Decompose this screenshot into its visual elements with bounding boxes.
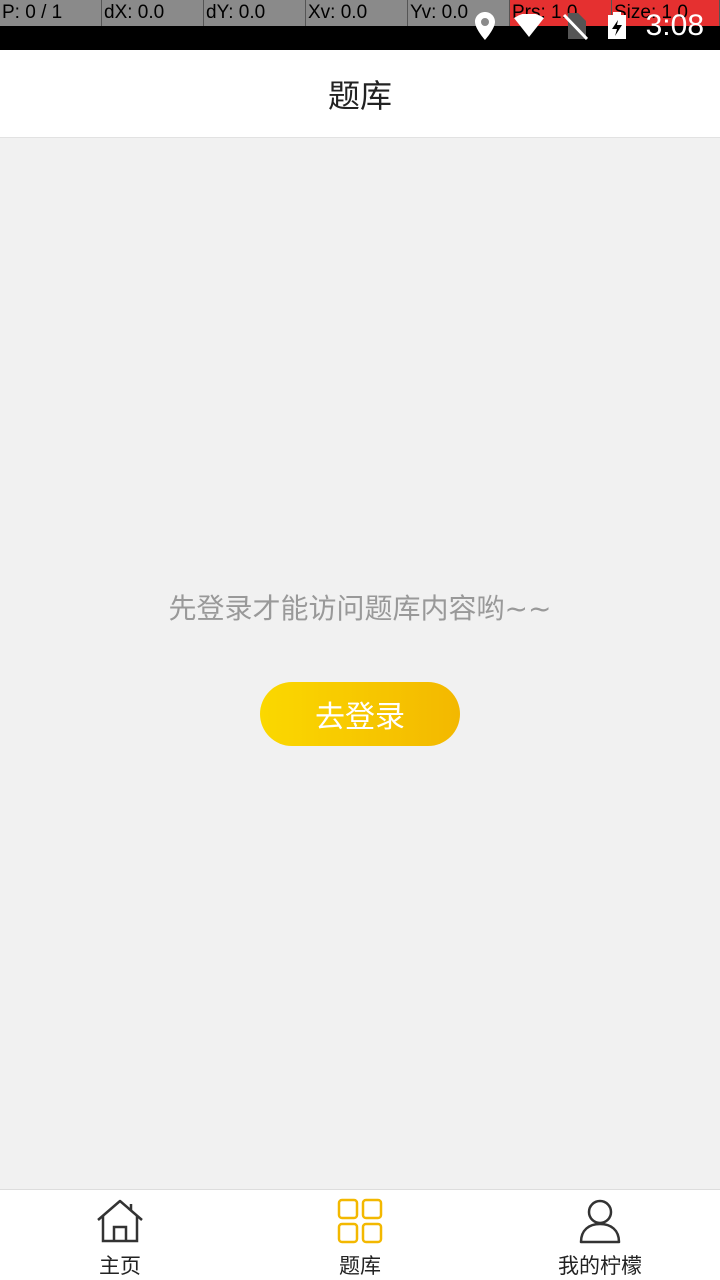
tab-question-bank-label: 题库 bbox=[339, 1254, 381, 1278]
battery-charging-icon bbox=[607, 12, 626, 39]
debug-xv: Xv: 0.0 bbox=[306, 0, 408, 26]
title-bar: 题库 bbox=[0, 50, 720, 138]
no-sim-icon bbox=[562, 13, 588, 40]
main-content: 先登录才能访问题库内容哟~~ 去登录 bbox=[0, 139, 720, 1189]
status-bar: P: 0 / 1 dX: 0.0 dY: 0.0 Xv: 0.0 Yv: 0.0… bbox=[0, 0, 720, 50]
wifi-icon bbox=[513, 14, 544, 37]
location-icon bbox=[474, 12, 495, 40]
bottom-tab-bar: 主页 题库 我的柠檬 bbox=[0, 1189, 720, 1280]
tab-home[interactable]: 主页 bbox=[0, 1190, 240, 1280]
tab-my-profile-label: 我的柠檬 bbox=[558, 1254, 642, 1278]
user-icon bbox=[579, 1199, 621, 1244]
grid-icon bbox=[337, 1198, 383, 1244]
debug-dx: dX: 0.0 bbox=[102, 0, 204, 26]
login-prompt-text: 先登录才能访问题库内容哟~~ bbox=[168, 592, 552, 625]
debug-pointer: P: 0 / 1 bbox=[0, 0, 102, 26]
tab-my-profile[interactable]: 我的柠檬 bbox=[480, 1190, 720, 1280]
clock: 3:08 bbox=[645, 9, 704, 42]
page-title: 题库 bbox=[327, 76, 392, 115]
tab-question-bank[interactable]: 题库 bbox=[240, 1190, 480, 1280]
login-button[interactable]: 去登录 bbox=[260, 682, 460, 746]
system-icons: 3:08 bbox=[474, 8, 704, 44]
tab-home-label: 主页 bbox=[99, 1254, 141, 1278]
debug-dy: dY: 0.0 bbox=[204, 0, 306, 26]
home-icon bbox=[97, 1199, 143, 1243]
